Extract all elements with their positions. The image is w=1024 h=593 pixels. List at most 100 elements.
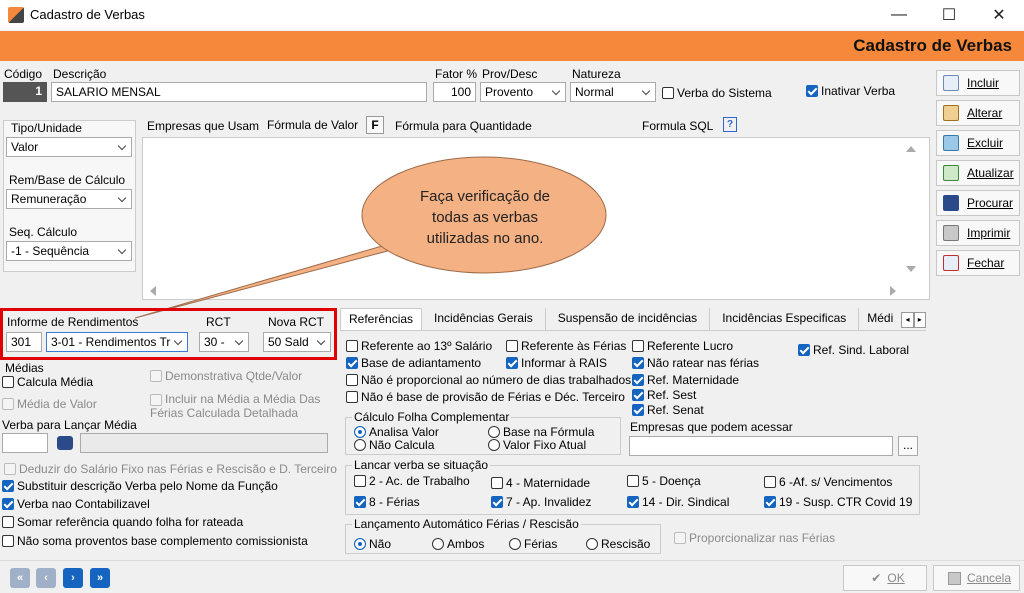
radio-selected-icon	[354, 538, 366, 550]
next-record-icon[interactable]: ›	[63, 568, 83, 588]
ref-13-checkbox[interactable]: Referente ao 13º Salário	[346, 339, 492, 353]
auto-nao-label: Não	[369, 537, 392, 551]
sit-5-checkbox[interactable]: 5 - Doença	[627, 474, 701, 488]
auto-ambos-label: Ambos	[447, 537, 485, 551]
sit-2-checkbox[interactable]: 2 - Ac. de Trabalho	[354, 474, 470, 488]
nao-soma-checkbox[interactable]: Não soma proventos base complemento comi…	[2, 534, 308, 548]
ref-maternidade-checkbox[interactable]: Ref. Maternidade	[632, 373, 739, 387]
informe-select[interactable]: 3-01 - Rendimentos Tr	[46, 332, 188, 352]
base-adiantamento-checkbox[interactable]: Base de adiantamento	[346, 356, 481, 370]
sit-2-label: 2 - Ac. de Trabalho	[369, 474, 470, 488]
proporcionalizar-checkbox[interactable]: Proporcionalizar nas Férias	[674, 531, 835, 545]
contabilizavel-checkbox[interactable]: Verba nao Contabilizavel	[2, 497, 150, 511]
informe-label: Informe de Rendimentos	[7, 315, 139, 329]
substituir-checkbox[interactable]: Substituir descrição Verba pelo Nome da …	[2, 479, 278, 493]
incluir-media-checkbox[interactable]: Incluir na Média a Média Das Férias Calc…	[150, 392, 335, 420]
sit-19-checkbox[interactable]: 19 - Susp. CTR Covid 19	[764, 495, 912, 509]
tab-scroll-left-icon[interactable]: ◂	[901, 312, 914, 328]
analisa-valor-radio[interactable]: Analisa Valor	[354, 425, 439, 439]
sit-6-label: 6 -Af. s/ Vencimentos	[779, 475, 893, 489]
checkbox-checked-icon	[632, 357, 644, 369]
sit-4-checkbox[interactable]: 4 - Maternidade	[491, 476, 590, 490]
callout-text: Faça verificação de todas as verbas util…	[419, 188, 551, 247]
ref-sind-checkbox[interactable]: Ref. Sind. Laboral	[798, 343, 909, 357]
checkbox-icon	[2, 516, 14, 528]
media-valor-label: Média de Valor	[17, 397, 97, 411]
rct-select[interactable]: 30 -	[199, 332, 249, 352]
rais-checkbox[interactable]: Informar à RAIS	[506, 356, 607, 370]
checkbox-icon	[674, 532, 686, 544]
nova-rct-label: Nova RCT	[268, 315, 325, 329]
sit-8-checkbox[interactable]: 8 - Férias	[354, 495, 420, 509]
tab-medias[interactable]: Médi	[859, 308, 901, 330]
verba-lancar-desc	[80, 433, 328, 453]
deduzir-checkbox[interactable]: Deduzir do Salário Fixo nas Férias e Res…	[4, 462, 337, 476]
substituir-label: Substituir descrição Verba pelo Nome da …	[17, 479, 278, 493]
checkbox-checked-icon	[632, 389, 644, 401]
sit-4-label: 4 - Maternidade	[506, 476, 591, 490]
ref-senat-checkbox[interactable]: Ref. Senat	[632, 403, 704, 417]
first-record-icon[interactable]: «	[10, 568, 30, 588]
checkbox-checked-icon	[2, 498, 14, 510]
nao-ratear-checkbox[interactable]: Não ratear nas férias	[632, 356, 759, 370]
sit-19-label: 19 - Susp. CTR Covid 19	[779, 495, 913, 509]
tab-referencias[interactable]: Referências	[340, 308, 423, 330]
sit-7-checkbox[interactable]: 7 - Ap. Invalidez	[491, 495, 591, 509]
prev-record-icon[interactable]: ‹	[36, 568, 56, 588]
medias-label: Médias	[5, 361, 44, 375]
media-valor-checkbox[interactable]: Média de Valor	[2, 397, 97, 411]
ref-senat-label: Ref. Senat	[647, 403, 704, 417]
checkbox-icon	[2, 376, 14, 388]
verba-lancar-label: Verba para Lançar Média	[2, 418, 137, 432]
auto-ambos-radio[interactable]: Ambos	[432, 537, 484, 551]
ref-ferias-label: Referente às Férias	[521, 339, 627, 353]
nao-soma-label: Não soma proventos base complemento comi…	[17, 534, 308, 548]
empresas-acessar-input[interactable]	[629, 436, 893, 456]
somar-checkbox[interactable]: Somar referência quando folha for ratead…	[2, 515, 243, 529]
deduzir-label: Deduzir do Salário Fixo nas Férias e Res…	[19, 462, 337, 476]
ok-button[interactable]: ✔ OK	[843, 565, 927, 591]
tab-scroll-right-icon[interactable]: ▸	[913, 312, 926, 328]
sit-14-checkbox[interactable]: 14 - Dir. Sindical	[627, 495, 729, 509]
base-formula-radio[interactable]: Base na Fórmula	[488, 425, 594, 439]
checkbox-icon	[632, 340, 644, 352]
valor-fixo-label: Valor Fixo Atual	[503, 438, 587, 452]
tab-incidencias-gerais[interactable]: Incidências Gerais	[422, 308, 546, 330]
last-record-icon[interactable]: »	[90, 568, 110, 588]
ref-lucro-checkbox[interactable]: Referente Lucro	[632, 339, 733, 353]
empresas-browse-button[interactable]: ...	[898, 436, 918, 456]
valor-fixo-radio[interactable]: Valor Fixo Atual	[488, 438, 586, 452]
sit-5-label: 5 - Doença	[642, 474, 701, 488]
checkbox-icon	[2, 398, 14, 410]
ref-13-label: Referente ao 13º Salário	[361, 339, 493, 353]
auto-ferias-label: Férias	[524, 537, 558, 551]
ref-sest-checkbox[interactable]: Ref. Sest	[632, 388, 696, 402]
empresas-acessar-label: Empresas que podem acessar	[630, 420, 793, 434]
verba-lancar-input[interactable]	[2, 433, 48, 453]
auto-rescisao-radio[interactable]: Rescisão	[586, 537, 650, 551]
nova-rct-select[interactable]: 50 Sald	[263, 332, 331, 352]
informe-code[interactable]: 301	[6, 332, 42, 352]
cancel-icon	[947, 571, 961, 585]
nao-proporcional-checkbox[interactable]: Não é proporcional ao número de dias tra…	[346, 373, 631, 387]
sit-6-checkbox[interactable]: 6 -Af. s/ Vencimentos	[764, 475, 892, 489]
calcula-media-checkbox[interactable]: Calcula Média	[2, 375, 93, 389]
demonstrativa-checkbox[interactable]: Demonstrativa Qtde/Valor	[150, 369, 302, 383]
tab-suspensao[interactable]: Suspensão de incidências	[546, 308, 711, 330]
nao-ratear-label: Não ratear nas férias	[647, 356, 760, 370]
nao-calcula-radio[interactable]: Não Calcula	[354, 438, 434, 452]
nao-proporcional-label: Não é proporcional ao número de dias tra…	[361, 373, 632, 387]
tab-incidencias-especificas[interactable]: Incidências Especificas	[710, 308, 860, 330]
checkbox-checked-icon	[764, 496, 776, 508]
auto-nao-radio[interactable]: Não	[354, 537, 391, 551]
nao-base-provisao-checkbox[interactable]: Não é base de provisão de Férias e Déc. …	[346, 390, 625, 404]
cancel-button[interactable]: Cancela	[933, 565, 1020, 591]
radio-icon	[354, 439, 366, 451]
sit-8-label: 8 - Férias	[369, 495, 420, 509]
auto-rescisao-label: Rescisão	[601, 537, 651, 551]
demonstrativa-label: Demonstrativa Qtde/Valor	[165, 369, 303, 383]
ref-ferias-checkbox[interactable]: Referente às Férias	[506, 339, 626, 353]
rais-label: Informar à RAIS	[521, 356, 608, 370]
binoculars-icon[interactable]	[57, 436, 73, 450]
auto-ferias-radio[interactable]: Férias	[509, 537, 557, 551]
